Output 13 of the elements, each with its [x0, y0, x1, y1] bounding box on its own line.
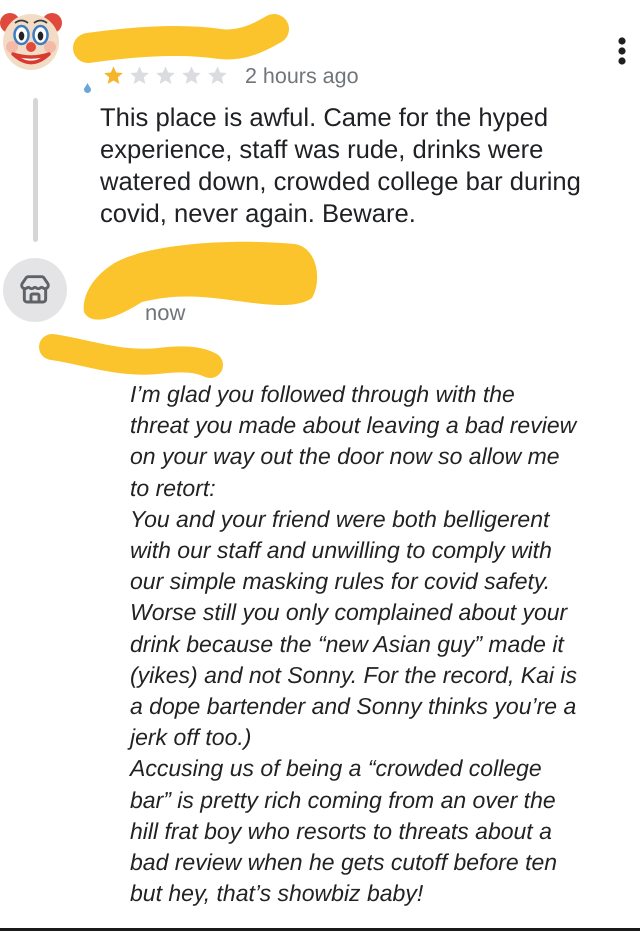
reply-paragraph: I’m glad you followed through with the threat you made about leaving a bad review on your way out the door now so allow me to retort:	[130, 380, 578, 503]
more-menu-icon[interactable]	[618, 37, 626, 65]
review-text: This place is awful. Came for the hyped experience, staff was rude, drinks were watered down, crowded college bar during covid, never again. Beware.	[100, 103, 582, 230]
star-icon	[207, 65, 228, 86]
reply-paragraph: You and your friend were both belligerent with our staff and unwilling to comply with our simple masking rules for covid safety. Worse still you only complained about your drink because the “new Asian guy” made it (yikes) and not Sonny. For the record, Kai is a dope bartender and Sonny thinks you’re a jerk off too.)	[130, 504, 582, 754]
star-icon	[181, 65, 202, 86]
reply-time: now	[145, 301, 186, 325]
review-time: 2 hours ago	[245, 65, 359, 87]
star-icon	[103, 65, 124, 86]
star-icon	[129, 65, 150, 86]
reply-paragraph: Accusing us of being a “crowded college bar” is pretty rich coming from an over the hill frat boy who resorts to threats about a bad review when he gets cutoff before ten but hey, that’s showbiz baby!	[130, 754, 558, 908]
droplet-icon	[84, 83, 91, 93]
star-icon	[155, 65, 176, 86]
